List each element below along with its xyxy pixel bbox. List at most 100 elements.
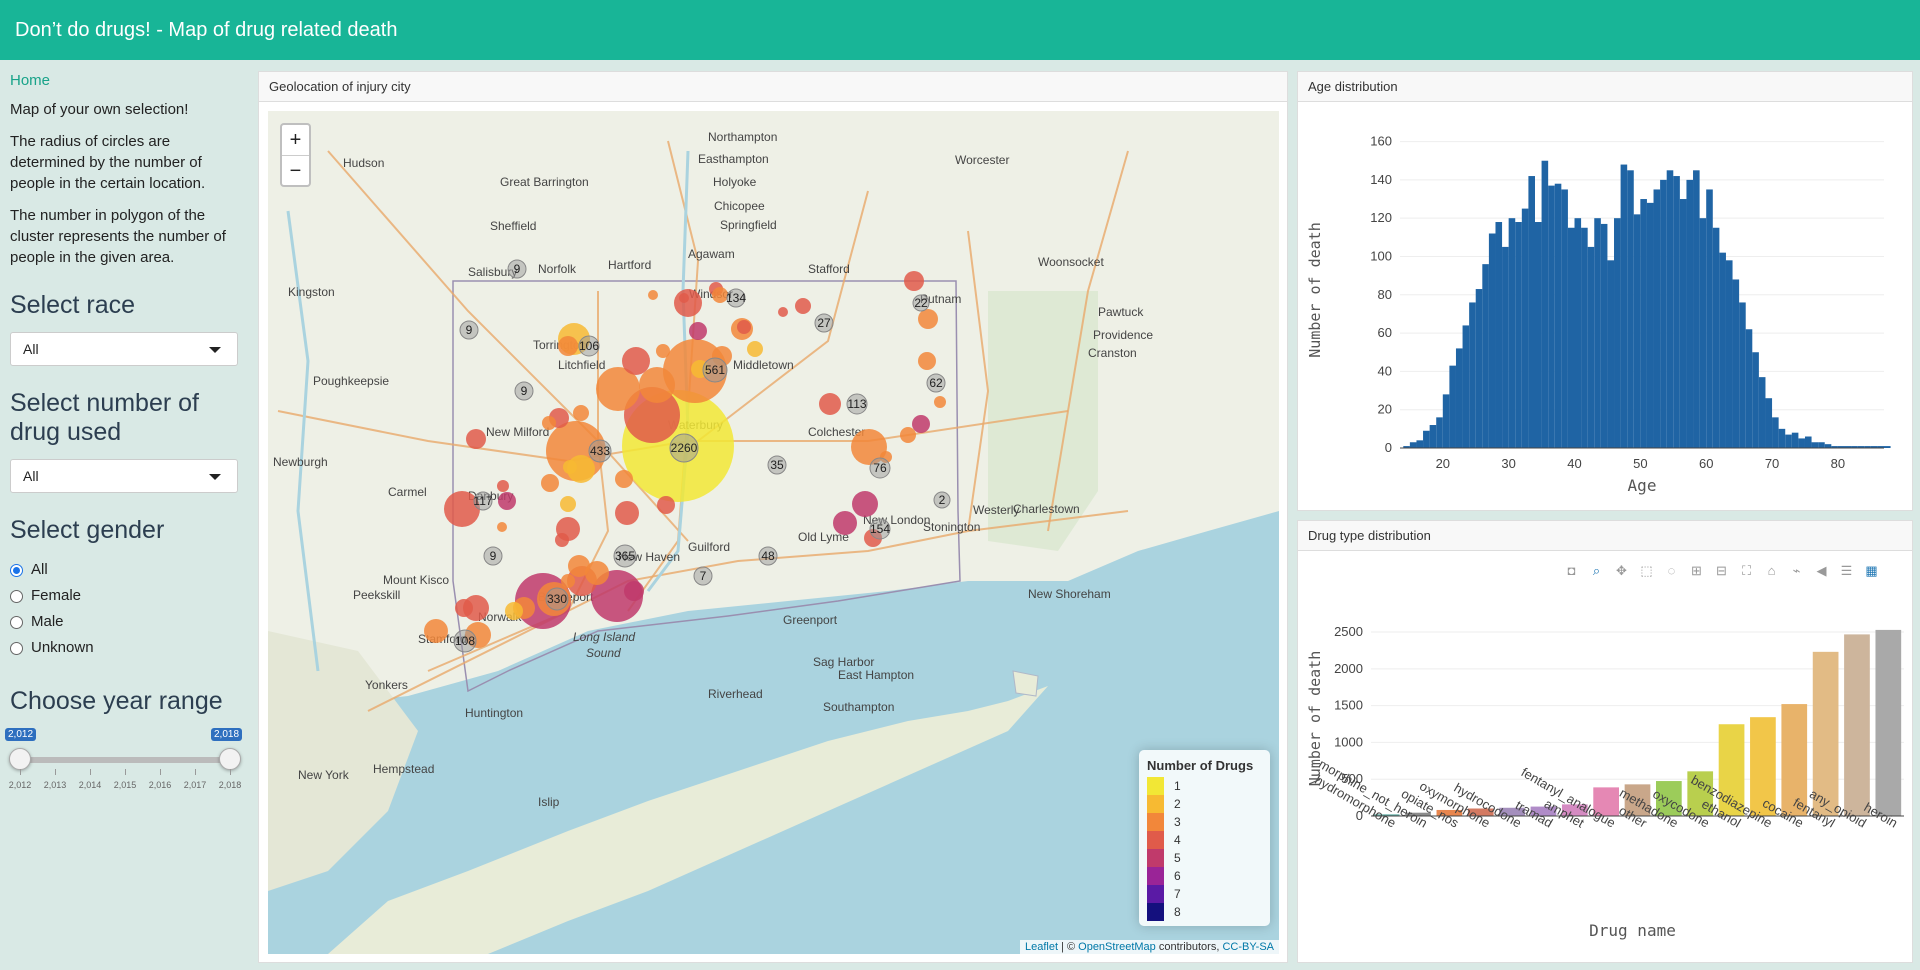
slider-tick [55, 769, 56, 775]
year-min-handle[interactable] [9, 748, 31, 770]
gender-option-all[interactable]: All [10, 557, 240, 583]
death-circle [918, 309, 938, 329]
home-link[interactable]: Home [10, 72, 240, 89]
gender-option-male[interactable]: Male [10, 609, 240, 635]
y-tick-label: 120 [1370, 210, 1392, 225]
map-place-label: Worcester [955, 153, 1009, 167]
histogram-bar [1475, 289, 1483, 448]
death-circle [648, 290, 658, 300]
map-place-label: Greenport [783, 613, 838, 627]
map-place-label: New York [298, 768, 350, 782]
hover-closest-icon[interactable]: ◀ [1813, 563, 1830, 581]
leaflet-link[interactable]: Leaflet [1025, 941, 1058, 953]
cluster-count: 117 [473, 494, 492, 508]
death-circle [497, 480, 509, 492]
x-tick-label: 20 [1436, 456, 1450, 471]
cluster-count: 62 [929, 376, 943, 390]
death-circle [615, 470, 633, 488]
plotly-logo-icon[interactable]: ▦ [1863, 563, 1880, 581]
drug-number-select[interactable]: All [10, 459, 238, 493]
histogram-bar [1541, 160, 1549, 448]
legend-item: 1 [1147, 777, 1262, 795]
map-canvas[interactable]: Northampton Easthampton Holyoke Chicopee Spr… [268, 111, 1279, 954]
death-circle [778, 307, 788, 317]
drug-bar-chart[interactable]: 05001000150020002500hydromorphonemorphin… [1298, 551, 1912, 962]
zoom-out-icon[interactable]: ⊟ [1713, 563, 1730, 581]
y-tick-label: 1000 [1334, 734, 1363, 749]
legend-title: Number of Drugs [1147, 758, 1254, 773]
zoom-in-icon[interactable]: ⊞ [1688, 563, 1705, 581]
slider-tick-label: 2,016 [148, 780, 172, 790]
gender-option-female[interactable]: Female [10, 583, 240, 609]
lasso-icon[interactable]: ◌ [1663, 563, 1680, 581]
year-range-slider[interactable]: 2,012 2,018 2,012 2,013 2,014 2,015 2,016 2,0… [5, 728, 243, 798]
age-panel-title: Age distribution [1298, 72, 1912, 102]
histogram-bar [1660, 179, 1667, 448]
histogram-bar [1442, 394, 1450, 448]
gender-option-unknown[interactable]: Unknown [10, 635, 240, 661]
cluster-count: 113 [847, 397, 866, 411]
hover-compare-icon[interactable]: ☰ [1838, 563, 1855, 581]
osm-link[interactable]: OpenStreetMap [1078, 941, 1156, 953]
death-circle [624, 581, 644, 601]
drug-number-title: Select number of drug used [10, 389, 199, 446]
histogram-bar [1824, 444, 1832, 448]
slider-tick-label: 2,013 [43, 780, 67, 790]
radio-button[interactable] [10, 589, 23, 603]
death-circle [819, 393, 841, 415]
map-place-label: Providence [1093, 328, 1153, 342]
legend-item: 7 [1147, 885, 1262, 903]
year-max-handle[interactable] [219, 748, 241, 770]
map-place-label: Hartford [608, 258, 651, 272]
y-tick-label: 2000 [1334, 661, 1363, 676]
radio-button[interactable] [10, 563, 23, 577]
map-place-label: Springfield [720, 218, 777, 232]
y-tick-label: 2500 [1334, 624, 1363, 639]
box-select-icon[interactable]: ⬚ [1638, 563, 1655, 581]
histogram-bar [1679, 199, 1687, 448]
slider-track[interactable] [20, 757, 230, 763]
map-view[interactable]: Northampton Easthampton Holyoke Chicopee Spr… [268, 111, 1279, 954]
app-title: Don’t do drugs! - Map of drug related de… [15, 19, 398, 41]
pan-icon[interactable]: ✥ [1613, 563, 1630, 581]
histogram-bar [1653, 189, 1661, 449]
age-histogram[interactable]: 0 20 40 60 80 100 120 140 160 20 30 40 50 60 70 80 Age Nu… [1298, 102, 1912, 510]
race-select[interactable]: All [10, 332, 238, 366]
death-circle [568, 555, 590, 577]
death-circle [505, 602, 523, 620]
cc-link[interactable]: CC-BY-SA [1222, 941, 1274, 953]
histogram-bar [1772, 417, 1779, 448]
death-circle [934, 396, 946, 408]
cluster-count: 22 [914, 296, 928, 310]
radio-button[interactable] [10, 615, 23, 629]
home-icon[interactable]: ⌂ [1763, 563, 1780, 581]
histogram-bar [1818, 442, 1825, 448]
histogram-bar [1455, 348, 1463, 448]
spike-icon[interactable]: ⌁ [1788, 563, 1805, 581]
race-select-value: All [23, 341, 39, 357]
histogram-bar [1719, 252, 1726, 448]
zoom-icon[interactable]: ⌕ [1588, 563, 1605, 581]
slider-tick-label: 2,014 [78, 780, 102, 790]
camera-icon[interactable]: ◘ [1563, 563, 1580, 581]
histogram-bar [1666, 170, 1674, 448]
histogram-bar [1561, 189, 1568, 449]
slider-tick [125, 769, 126, 775]
zoom-out-button[interactable]: − [282, 155, 309, 185]
year-range-title: Choose year range [10, 687, 223, 715]
cluster-count: 76 [873, 461, 887, 475]
map-place-label: Hudson [343, 156, 384, 170]
autoscale-icon[interactable]: ⛶ [1738, 563, 1755, 581]
histogram-bar [1423, 430, 1430, 448]
histogram-bar [1409, 442, 1417, 448]
year-min-label: 2,012 [5, 728, 37, 741]
histogram-bar [1488, 233, 1496, 448]
histogram-bar [1798, 438, 1805, 448]
radio-button[interactable] [10, 641, 23, 655]
zoom-in-button[interactable]: + [282, 125, 309, 155]
histogram-bar [1804, 436, 1812, 448]
histogram-bar [1765, 398, 1773, 448]
map-place-label: Sheffield [490, 219, 536, 233]
zoom-control: + − [280, 123, 311, 187]
legend-swatch [1147, 849, 1164, 867]
